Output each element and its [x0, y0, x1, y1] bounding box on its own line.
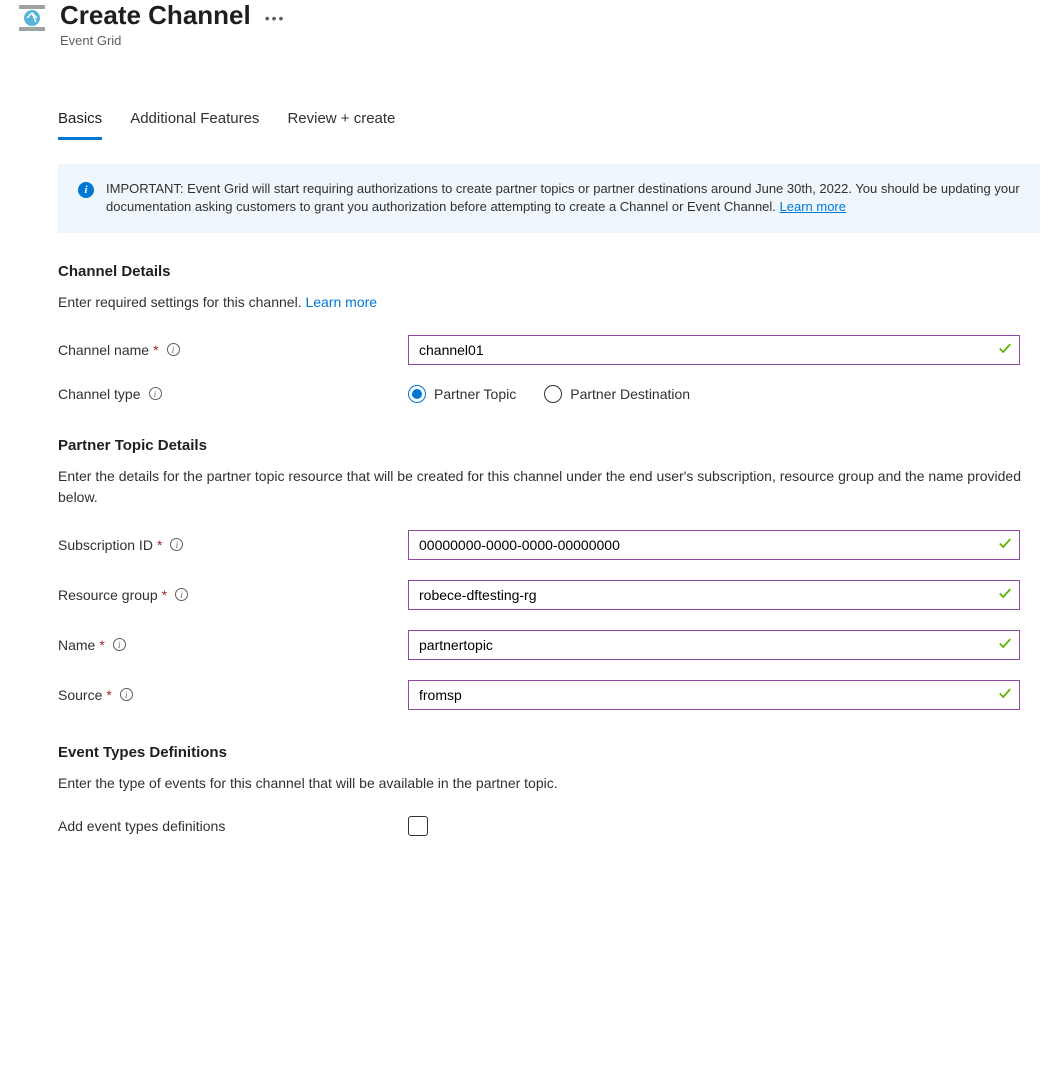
- radio-partner-topic-label: Partner Topic: [434, 386, 516, 402]
- tab-review-create[interactable]: Review + create: [287, 104, 395, 140]
- banner-learn-more-link[interactable]: Learn more: [780, 199, 846, 214]
- radio-circle-unchecked-icon: [544, 385, 562, 403]
- name-label: Name * i: [58, 637, 408, 653]
- subscription-id-label: Subscription ID * i: [58, 537, 408, 553]
- channel-name-input[interactable]: [408, 335, 1020, 365]
- source-input[interactable]: [408, 680, 1020, 710]
- check-icon: [998, 536, 1012, 553]
- channel-details-desc: Enter required settings for this channel…: [58, 292, 1040, 313]
- radio-partner-destination[interactable]: Partner Destination: [544, 385, 690, 403]
- page-header: Create Channel Event Grid •••: [16, 0, 1040, 68]
- resource-group-label: Resource group * i: [58, 587, 408, 603]
- add-event-types-checkbox[interactable]: [408, 816, 428, 836]
- resource-group-input[interactable]: [408, 580, 1020, 610]
- check-icon: [998, 341, 1012, 358]
- info-circle-icon[interactable]: i: [170, 538, 183, 551]
- event-types-desc: Enter the type of events for this channe…: [58, 773, 1040, 794]
- tab-additional-features[interactable]: Additional Features: [130, 104, 259, 140]
- radio-partner-topic[interactable]: Partner Topic: [408, 385, 516, 403]
- page-subtitle: Event Grid: [60, 33, 251, 48]
- partner-topic-desc: Enter the details for the partner topic …: [58, 466, 1040, 508]
- required-indicator: *: [162, 587, 167, 603]
- required-indicator: *: [99, 637, 104, 653]
- info-icon: i: [78, 182, 94, 198]
- info-circle-icon[interactable]: i: [167, 343, 180, 356]
- source-label: Source * i: [58, 687, 408, 703]
- channel-details-learn-more-link[interactable]: Learn more: [305, 294, 377, 310]
- subscription-id-input[interactable]: [408, 530, 1020, 560]
- channel-details-title: Channel Details: [58, 263, 1040, 280]
- info-circle-icon[interactable]: i: [175, 588, 188, 601]
- tab-basics[interactable]: Basics: [58, 104, 102, 140]
- channel-name-label: Channel name * i: [58, 342, 408, 358]
- radio-partner-destination-label: Partner Destination: [570, 386, 690, 402]
- channel-details-desc-text: Enter required settings for this channel…: [58, 294, 305, 310]
- info-circle-icon[interactable]: i: [120, 688, 133, 701]
- more-actions-button[interactable]: •••: [265, 10, 286, 26]
- partner-topic-title: Partner Topic Details: [58, 437, 1040, 454]
- required-indicator: *: [157, 537, 162, 553]
- section-channel-details: Channel Details Enter required settings …: [58, 263, 1040, 403]
- tabs-container: Basics Additional Features Review + crea…: [58, 104, 1040, 140]
- required-indicator: *: [153, 342, 158, 358]
- info-circle-icon[interactable]: i: [149, 387, 162, 400]
- check-icon: [998, 686, 1012, 703]
- add-event-types-label: Add event types definitions: [58, 818, 408, 834]
- check-icon: [998, 586, 1012, 603]
- check-icon: [998, 636, 1012, 653]
- required-indicator: *: [106, 687, 111, 703]
- event-types-title: Event Types Definitions: [58, 744, 1040, 761]
- info-text: IMPORTANT: Event Grid will start requiri…: [106, 180, 1020, 216]
- event-grid-icon: [16, 2, 48, 34]
- channel-type-label: Channel type i: [58, 386, 408, 402]
- section-event-types: Event Types Definitions Enter the type o…: [58, 744, 1040, 836]
- radio-circle-checked-icon: [408, 385, 426, 403]
- page-title: Create Channel: [60, 0, 251, 31]
- info-circle-icon[interactable]: i: [113, 638, 126, 651]
- name-input[interactable]: [408, 630, 1020, 660]
- info-banner: i IMPORTANT: Event Grid will start requi…: [58, 164, 1040, 232]
- section-partner-topic-details: Partner Topic Details Enter the details …: [58, 437, 1040, 710]
- banner-message: IMPORTANT: Event Grid will start requiri…: [106, 181, 1020, 214]
- channel-type-radio-group: Partner Topic Partner Destination: [408, 385, 690, 403]
